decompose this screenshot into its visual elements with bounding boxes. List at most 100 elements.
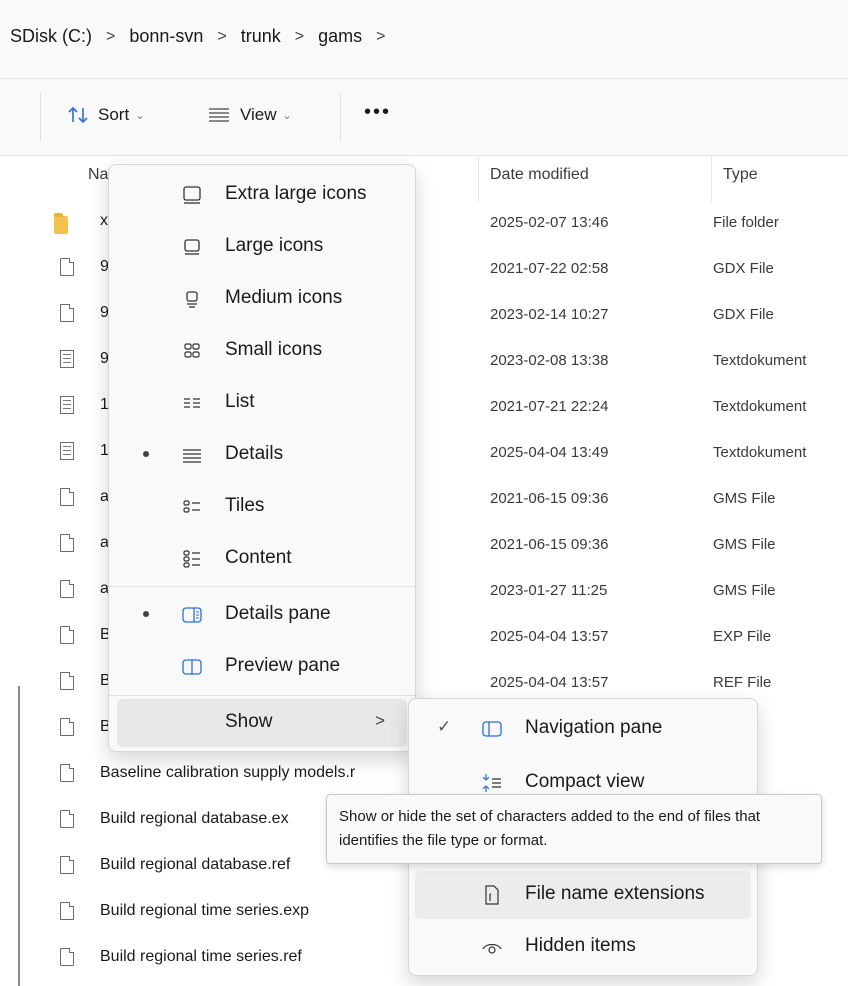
selected-bullet-icon xyxy=(143,611,149,617)
breadcrumb-item-trunk[interactable]: trunk xyxy=(241,26,281,47)
menu-item-details[interactable]: Details xyxy=(117,431,407,479)
file-type: REF File xyxy=(713,674,772,691)
breadcrumb-separator-icon[interactable]: > xyxy=(217,28,226,46)
file-icon xyxy=(60,258,74,276)
file-icon xyxy=(60,534,74,552)
breadcrumb-separator-icon[interactable]: > xyxy=(106,28,115,46)
file-type: Textdokument xyxy=(713,352,807,369)
file-date: 2021-07-22 02:58 xyxy=(490,260,609,277)
file-type: GDX File xyxy=(713,260,774,277)
file-date: 2021-06-15 09:36 xyxy=(490,536,609,553)
file-icon xyxy=(60,948,74,966)
submenu-item-label: File name extensions xyxy=(525,883,705,904)
sort-icon xyxy=(68,106,90,124)
breadcrumb-separator-icon[interactable]: > xyxy=(295,28,304,46)
hidden-items-icon xyxy=(481,937,503,957)
file-icon xyxy=(60,488,74,506)
menu-item-show[interactable]: Show > xyxy=(117,699,407,747)
file-date: 2025-04-04 13:49 xyxy=(490,444,609,461)
check-icon: ✓ xyxy=(437,717,452,736)
details-icon xyxy=(181,445,203,465)
file-type: EXP File xyxy=(713,628,772,645)
breadcrumb-separator-icon[interactable]: > xyxy=(376,28,385,46)
column-header-date[interactable]: Date modified xyxy=(490,166,589,184)
menu-item-tiles[interactable]: Tiles xyxy=(117,483,407,531)
chevron-right-icon: > xyxy=(375,711,385,730)
file-name: Build regional database.ex xyxy=(100,810,289,827)
content-icon xyxy=(181,549,203,569)
command-divider xyxy=(340,93,341,141)
file-icon xyxy=(60,718,74,736)
menu-item-label: Medium icons xyxy=(225,287,343,308)
view-label: View xyxy=(240,105,277,124)
column-header-type[interactable]: Type xyxy=(723,166,758,184)
menu-item-list[interactable]: List xyxy=(117,379,407,427)
preview-pane-icon xyxy=(181,657,203,677)
file-icon xyxy=(60,580,74,598)
file-name: Build regional time series.ref xyxy=(100,948,302,965)
file-type: Textdokument xyxy=(713,444,807,461)
file-name: Baseline calibration supply models.r xyxy=(100,764,356,781)
folder-icon xyxy=(54,213,68,234)
medium-icons-icon xyxy=(181,289,203,309)
tooltip: Show or hide the set of characters added… xyxy=(326,794,822,864)
file-name: Build regional database.ref xyxy=(100,856,291,873)
file-date: 2025-04-04 13:57 xyxy=(490,674,609,691)
address-bar: SDisk (C:) > bonn-svn > trunk > gams > xyxy=(0,0,848,79)
menu-item-content[interactable]: Content xyxy=(117,535,407,583)
column-divider[interactable] xyxy=(711,156,712,202)
menu-item-label: Tiles xyxy=(225,495,265,516)
file-icon xyxy=(60,810,74,828)
column-header-name[interactable]: Na xyxy=(88,166,108,184)
navigation-pane-icon xyxy=(481,719,503,739)
breadcrumb-item-bonn-svn[interactable]: bonn-svn xyxy=(129,26,203,47)
menu-separator xyxy=(109,586,415,587)
submenu-item-label: Hidden items xyxy=(525,935,636,956)
column-divider[interactable] xyxy=(478,156,479,202)
text-file-icon xyxy=(60,350,74,368)
file-icon xyxy=(60,672,74,690)
sort-button[interactable]: Sort ⌄ xyxy=(68,105,144,125)
breadcrumb-item-drive[interactable]: SDisk (C:) xyxy=(10,26,92,47)
selected-bullet-icon xyxy=(143,451,149,457)
menu-item-label: Large icons xyxy=(225,235,324,256)
view-icon xyxy=(208,108,230,122)
chevron-down-icon: ⌄ xyxy=(135,109,145,122)
file-date: 2021-07-21 22:24 xyxy=(490,398,609,415)
breadcrumb: SDisk (C:) > bonn-svn > trunk > gams > xyxy=(10,26,399,47)
file-name: x xyxy=(100,212,108,229)
extra-large-icons-icon xyxy=(181,185,203,205)
file-name: Build regional time series.exp xyxy=(100,902,309,919)
file-icon xyxy=(60,856,74,874)
file-type: File folder xyxy=(713,214,779,231)
details-pane-icon xyxy=(181,605,203,625)
menu-item-details-pane[interactable]: Details pane xyxy=(117,591,407,639)
menu-item-preview-pane[interactable]: Preview pane xyxy=(117,643,407,691)
menu-item-large-icons[interactable]: Large icons xyxy=(117,223,407,271)
menu-item-label: Content xyxy=(225,547,292,568)
file-date: 2023-02-08 13:38 xyxy=(490,352,609,369)
file-date: 2023-01-27 11:25 xyxy=(490,582,608,599)
large-icons-icon xyxy=(181,237,203,257)
file-icon xyxy=(60,902,74,920)
menu-item-medium-icons[interactable]: Medium icons xyxy=(117,275,407,323)
scrollbar[interactable] xyxy=(18,686,20,986)
breadcrumb-item-gams[interactable]: gams xyxy=(318,26,362,47)
menu-item-label: Details xyxy=(225,443,284,464)
list-icon xyxy=(181,393,203,413)
menu-item-extra-large-icons[interactable]: Extra large icons xyxy=(117,171,407,219)
more-options-button[interactable]: ••• xyxy=(364,101,391,124)
menu-item-small-icons[interactable]: Small icons xyxy=(117,327,407,375)
menu-item-label: Show xyxy=(225,711,273,732)
submenu-item-navigation-pane[interactable]: ✓ Navigation pane xyxy=(415,705,751,753)
menu-separator xyxy=(109,695,415,696)
menu-item-label: Details pane xyxy=(225,603,331,624)
view-button[interactable]: View ⌄ xyxy=(208,105,292,125)
command-bar: Sort ⌄ View ⌄ ••• xyxy=(0,79,848,156)
file-type: GMS File xyxy=(713,582,776,599)
submenu-item-file-name-extensions[interactable]: File name extensions xyxy=(415,871,751,919)
submenu-item-label: Navigation pane xyxy=(525,717,663,738)
file-date: 2021-06-15 09:36 xyxy=(490,490,609,507)
submenu-item-hidden-items[interactable]: Hidden items xyxy=(415,923,751,971)
chevron-down-icon: ⌄ xyxy=(282,109,292,122)
